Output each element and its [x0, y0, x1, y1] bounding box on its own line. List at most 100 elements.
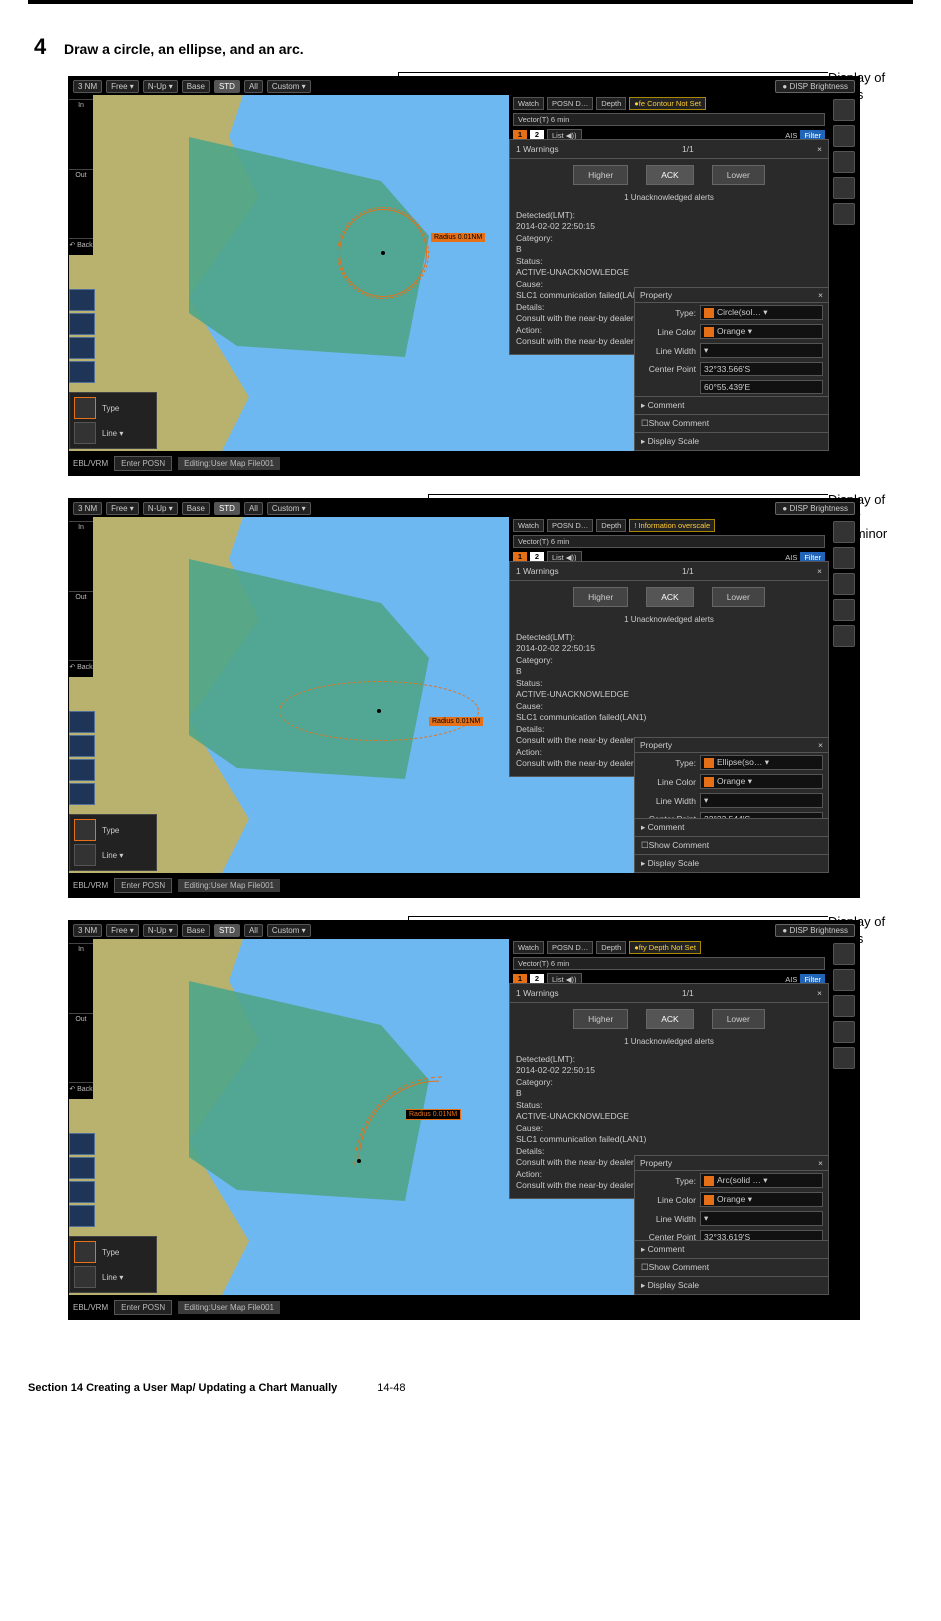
zoom-in[interactable]: In: [69, 99, 93, 111]
free-button[interactable]: Free ▾: [106, 924, 139, 937]
center-lat-field[interactable]: 32°33.566'S: [700, 362, 823, 376]
tool-icon[interactable]: [833, 573, 855, 595]
enter-posn-button[interactable]: Enter POSN: [114, 456, 172, 471]
ellipse-type-icon[interactable]: [74, 819, 96, 841]
type-select[interactable]: Circle(sol… ▾: [700, 305, 823, 320]
range-pill[interactable]: 3 NM: [73, 924, 102, 937]
redo-icon[interactable]: [69, 1205, 95, 1227]
arc-type-icon[interactable]: [74, 1241, 96, 1263]
undo-icon[interactable]: [69, 759, 95, 781]
std-button[interactable]: STD: [214, 80, 240, 93]
base-button[interactable]: Base: [182, 924, 210, 937]
higher-button[interactable]: Higher: [573, 1009, 628, 1029]
tool-icon[interactable]: [833, 99, 855, 121]
lower-button[interactable]: Lower: [712, 587, 765, 607]
undo-icon[interactable]: [69, 337, 95, 359]
zoom-out[interactable]: Out: [69, 169, 93, 181]
range-pill[interactable]: 3 NM: [73, 502, 102, 515]
tool-icon[interactable]: [833, 203, 855, 225]
nav-back[interactable]: ↶ Back: [69, 1082, 93, 1095]
all-button[interactable]: All: [244, 502, 263, 515]
watch-pill[interactable]: Watch: [513, 519, 544, 532]
show-comment-check[interactable]: ☐Show Comment: [635, 414, 828, 432]
line-type-icon[interactable]: [74, 844, 96, 866]
line-select[interactable]: Line ▾: [99, 1266, 152, 1288]
linecolor-select[interactable]: Orange ▾: [700, 1192, 823, 1207]
display-scale-section[interactable]: ▸ Display Scale: [635, 1276, 828, 1294]
redo-icon[interactable]: [69, 783, 95, 805]
free-button[interactable]: Free ▾: [106, 80, 139, 93]
center-lon-field[interactable]: 60°55.439'E: [700, 380, 823, 394]
base-button[interactable]: Base: [182, 80, 210, 93]
std-button[interactable]: STD: [214, 502, 240, 515]
posn-pill[interactable]: POSN D…: [547, 97, 593, 110]
select-icon[interactable]: [69, 313, 95, 335]
depth-pill[interactable]: Depth: [596, 519, 626, 532]
close-icon[interactable]: ×: [818, 1158, 823, 1168]
tool-icon[interactable]: [833, 625, 855, 647]
std-button[interactable]: STD: [214, 924, 240, 937]
show-comment-check[interactable]: ☐Show Comment: [635, 836, 828, 854]
close-icon[interactable]: ×: [817, 988, 822, 998]
comment-section[interactable]: ▸ Comment: [635, 819, 828, 836]
nav-back[interactable]: ↶ Back: [69, 660, 93, 673]
tool-icon[interactable]: [833, 995, 855, 1017]
pencil-icon[interactable]: [69, 1133, 95, 1155]
type-select[interactable]: Arc(solid … ▾: [700, 1173, 823, 1188]
line-type-icon[interactable]: [74, 1266, 96, 1288]
range-pill[interactable]: 3 NM: [73, 80, 102, 93]
lower-button[interactable]: Lower: [712, 1009, 765, 1029]
lower-button[interactable]: Lower: [712, 165, 765, 185]
line-select[interactable]: Line ▾: [99, 844, 152, 866]
base-button[interactable]: Base: [182, 502, 210, 515]
close-icon[interactable]: ×: [818, 290, 823, 300]
posn-pill[interactable]: POSN D…: [547, 941, 593, 954]
comment-section[interactable]: ▸ Comment: [635, 1241, 828, 1258]
posn-pill[interactable]: POSN D…: [547, 519, 593, 532]
zoom-in[interactable]: In: [69, 521, 93, 533]
line-type-icon[interactable]: [74, 422, 96, 444]
enter-posn-button[interactable]: Enter POSN: [114, 878, 172, 893]
nup-button[interactable]: N-Up ▾: [143, 924, 178, 937]
undo-icon[interactable]: [69, 1181, 95, 1203]
depth-pill[interactable]: Depth: [596, 97, 626, 110]
ack-button[interactable]: ACK: [646, 587, 693, 607]
linewidth-select[interactable]: ▾: [700, 1211, 823, 1226]
tool-icon[interactable]: [833, 125, 855, 147]
show-comment-check[interactable]: ☐Show Comment: [635, 1258, 828, 1276]
close-icon[interactable]: ×: [818, 740, 823, 750]
free-button[interactable]: Free ▾: [106, 502, 139, 515]
linecolor-select[interactable]: Orange ▾: [700, 324, 823, 339]
linecolor-select[interactable]: Orange ▾: [700, 774, 823, 789]
display-scale-section[interactable]: ▸ Display Scale: [635, 854, 828, 872]
nup-button[interactable]: N-Up ▾: [143, 502, 178, 515]
select-icon[interactable]: [69, 1157, 95, 1179]
all-button[interactable]: All: [244, 924, 263, 937]
disp-brightness[interactable]: ● DISP Brightness: [775, 80, 855, 93]
tool-icon[interactable]: [833, 547, 855, 569]
enter-posn-button[interactable]: Enter POSN: [114, 1300, 172, 1315]
redo-icon[interactable]: [69, 361, 95, 383]
line-select[interactable]: Line ▾: [99, 422, 152, 444]
tool-icon[interactable]: [833, 521, 855, 543]
ack-button[interactable]: ACK: [646, 165, 693, 185]
linewidth-select[interactable]: ▾: [700, 343, 823, 358]
disp-brightness[interactable]: ● DISP Brightness: [775, 502, 855, 515]
linewidth-select[interactable]: ▾: [700, 793, 823, 808]
nup-button[interactable]: N-Up ▾: [143, 80, 178, 93]
tool-icon[interactable]: [833, 177, 855, 199]
disp-brightness[interactable]: ● DISP Brightness: [775, 924, 855, 937]
custom-button[interactable]: Custom ▾: [267, 80, 311, 93]
type-select[interactable]: Ellipse(so… ▾: [700, 755, 823, 770]
close-icon[interactable]: ×: [817, 144, 822, 154]
drawn-arc[interactable]: [349, 1071, 469, 1191]
zoom-out[interactable]: Out: [69, 591, 93, 603]
pencil-icon[interactable]: [69, 711, 95, 733]
select-icon[interactable]: [69, 735, 95, 757]
tool-icon[interactable]: [833, 969, 855, 991]
tool-icon[interactable]: [833, 599, 855, 621]
tool-icon[interactable]: [833, 1021, 855, 1043]
comment-section[interactable]: ▸ Comment: [635, 397, 828, 414]
watch-pill[interactable]: Watch: [513, 941, 544, 954]
close-icon[interactable]: ×: [817, 566, 822, 576]
